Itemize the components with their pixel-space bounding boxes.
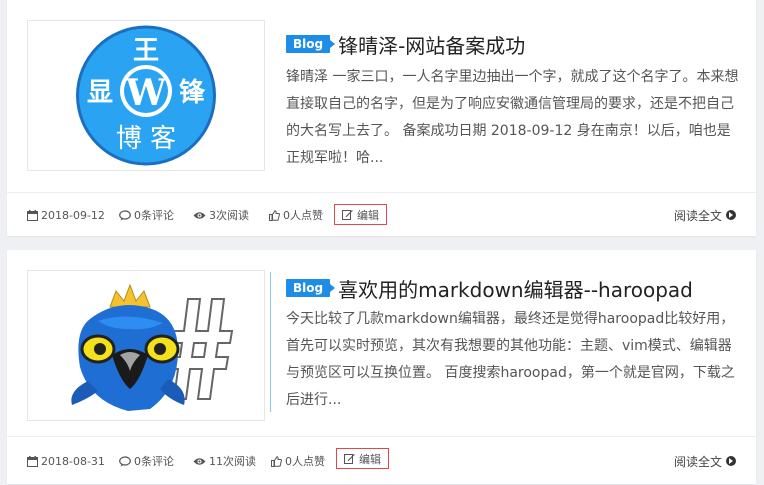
post-footer: 2018-09-12 0条评论 3次阅读 0人点赞 编辑 阅读全文	[7, 192, 756, 237]
read-more-label: 阅读全文	[673, 454, 722, 469]
post-date: 2018-08-31	[27, 437, 105, 485]
post-comments-text: 0条评论	[134, 455, 174, 468]
comment-icon	[119, 455, 131, 466]
post-card: W 王 显 锋 博 客 Blog 锋晴泽-网站备案成功 锋晴泽 一家三口，一人名…	[7, 0, 756, 236]
post-views-text: 3次阅读	[209, 209, 249, 222]
read-more-label: 阅读全文	[673, 208, 722, 223]
edit-button-label: 编辑	[359, 452, 381, 466]
divider	[270, 272, 271, 412]
post-header: Blog 锋晴泽-网站备案成功	[286, 28, 742, 60]
edit-button[interactable]: 编辑	[336, 448, 389, 469]
eye-icon	[193, 211, 206, 219]
post-excerpt: 今天比较了几款markdown编辑器，最终还是觉得haroopad比较好用，首先…	[286, 311, 735, 408]
wordpress-logo: W 王 显 锋 博 客	[76, 25, 216, 166]
post-excerpt: 锋晴泽 一家三口，一人名字里边抽出一个字，就成了这个名字了。本来想直接取自己的名…	[286, 69, 739, 166]
post-date-text: 2018-08-31	[41, 454, 105, 468]
read-more-link[interactable]: 阅读全文	[674, 437, 736, 485]
svg-text:显: 显	[87, 78, 113, 108]
post-views: 11次阅读	[193, 437, 256, 485]
post-comments[interactable]: 0条评论	[119, 437, 174, 485]
thumbs-up-icon	[269, 209, 280, 221]
post-thumbnail[interactable]	[27, 270, 265, 421]
calendar-icon	[27, 209, 38, 221]
post-card: Blog 喜欢用的markdown编辑器--haroopad 今天比较了几款ma…	[7, 250, 756, 484]
thumbs-up-icon	[271, 455, 282, 467]
post-likes-text: 0人点赞	[285, 455, 325, 468]
edit-button[interactable]: 编辑	[334, 204, 387, 225]
svg-text:W: W	[125, 72, 167, 114]
post-comments[interactable]: 0条评论	[119, 193, 174, 237]
post-likes-text: 0人点赞	[283, 209, 323, 222]
read-more-link[interactable]: 阅读全文	[674, 193, 736, 237]
category-badge[interactable]: Blog	[286, 279, 336, 297]
post-footer: 2018-08-31 0条评论 11次阅读 0人点赞 编辑 阅读全文	[7, 436, 756, 485]
chevron-circle-right-icon	[726, 456, 736, 466]
chevron-circle-right-icon	[726, 210, 736, 220]
edit-icon	[342, 210, 353, 220]
comment-icon	[119, 209, 131, 220]
post-likes[interactable]: 0人点赞	[271, 437, 325, 485]
post-likes[interactable]: 0人点赞	[269, 193, 323, 237]
post-thumbnail[interactable]: W 王 显 锋 博 客	[27, 20, 265, 171]
edit-button-label: 编辑	[357, 208, 379, 222]
post-views: 3次阅读	[193, 193, 249, 237]
post-views-text: 11次阅读	[209, 455, 256, 468]
post-title[interactable]: 锋晴泽-网站备案成功	[338, 30, 525, 59]
svg-text:博 客: 博 客	[116, 124, 176, 154]
eye-icon	[193, 457, 206, 465]
post-date: 2018-09-12	[27, 193, 105, 237]
edit-icon	[344, 454, 355, 464]
svg-text:锋: 锋	[179, 78, 206, 108]
post-title[interactable]: 喜欢用的markdown编辑器--haroopad	[338, 274, 693, 303]
post-header: Blog 喜欢用的markdown编辑器--haroopad	[286, 272, 742, 304]
haroopad-logo	[71, 283, 234, 411]
post-date-text: 2018-09-12	[41, 208, 105, 222]
svg-text:王: 王	[133, 36, 159, 66]
post-comments-text: 0条评论	[134, 209, 174, 222]
calendar-icon	[27, 455, 38, 467]
category-badge[interactable]: Blog	[286, 35, 336, 53]
